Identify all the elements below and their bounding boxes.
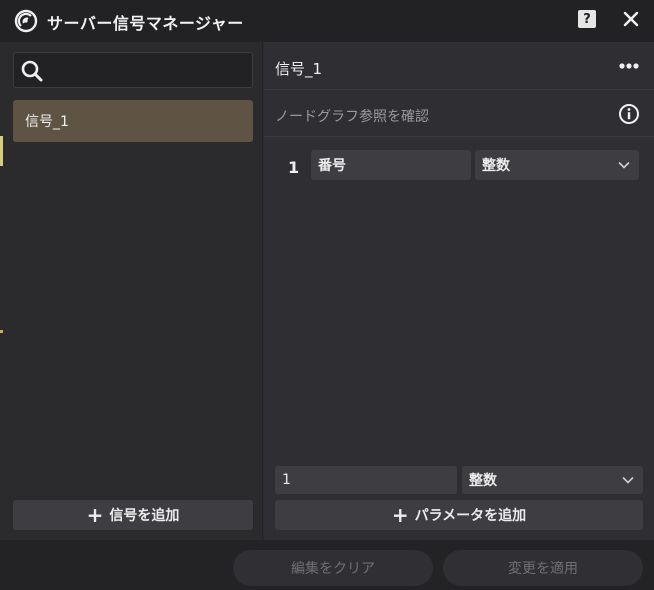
edge-marker [0, 330, 3, 333]
edge-marker [0, 136, 3, 166]
param-name-field[interactable]: 番号 [311, 150, 471, 180]
server-signal-manager-window: サーバー信号マネージャー ? 信号_1 + 信号を追加 信号_1 ノードグラフ参… [0, 0, 654, 590]
add-parameter-button[interactable]: + パラメータを追加 [275, 500, 643, 530]
param-type-select[interactable]: 整数 [475, 150, 639, 180]
param-index: 1 [288, 158, 300, 177]
add-signal-label: 信号を追加 [109, 508, 180, 524]
add-parameter-label: パラメータを追加 [414, 508, 527, 524]
node-graph-reference-row[interactable]: ノードグラフ参照を確認 [264, 91, 654, 137]
help-icon[interactable]: ? [578, 10, 596, 28]
close-icon[interactable] [620, 8, 642, 30]
chevron-down-icon [622, 476, 634, 484]
search-field[interactable] [13, 52, 253, 88]
new-param-value-field[interactable]: 1 [275, 466, 457, 494]
signal-header: 信号_1 [264, 42, 654, 90]
add-signal-button[interactable]: + 信号を追加 [13, 500, 253, 530]
chevron-down-icon [618, 161, 630, 169]
signal-list-panel: 信号_1 + 信号を追加 [0, 42, 263, 540]
apply-changes-button[interactable]: 変更を適用 [443, 550, 643, 586]
signal-name: 信号_1 [275, 60, 323, 78]
footer-bar: 編集をクリア 変更を適用 [0, 540, 654, 590]
clear-edits-button[interactable]: 編集をクリア [233, 550, 433, 586]
param-type-value: 整数 [482, 158, 510, 174]
title-bar: サーバー信号マネージャー ? [0, 0, 654, 42]
node-graph-reference-label: ノードグラフ参照を確認 [275, 109, 429, 125]
signal-radar-icon [14, 9, 38, 33]
plus-icon: + [391, 503, 409, 527]
signal-list-item-label: 信号_1 [25, 114, 69, 130]
new-param-type-value: 整数 [469, 473, 497, 489]
new-param-type-select[interactable]: 整数 [462, 466, 643, 494]
window-title: サーバー信号マネージャー [47, 14, 244, 33]
plus-icon: + [86, 503, 104, 527]
more-options-icon[interactable] [618, 58, 640, 74]
info-icon[interactable] [618, 103, 640, 125]
search-icon [21, 60, 43, 82]
signal-detail-panel: 信号_1 ノードグラフ参照を確認 1 番号 整数 1 整数 + パラメータを追加 [264, 42, 654, 540]
signal-list-item[interactable]: 信号_1 [13, 100, 253, 142]
